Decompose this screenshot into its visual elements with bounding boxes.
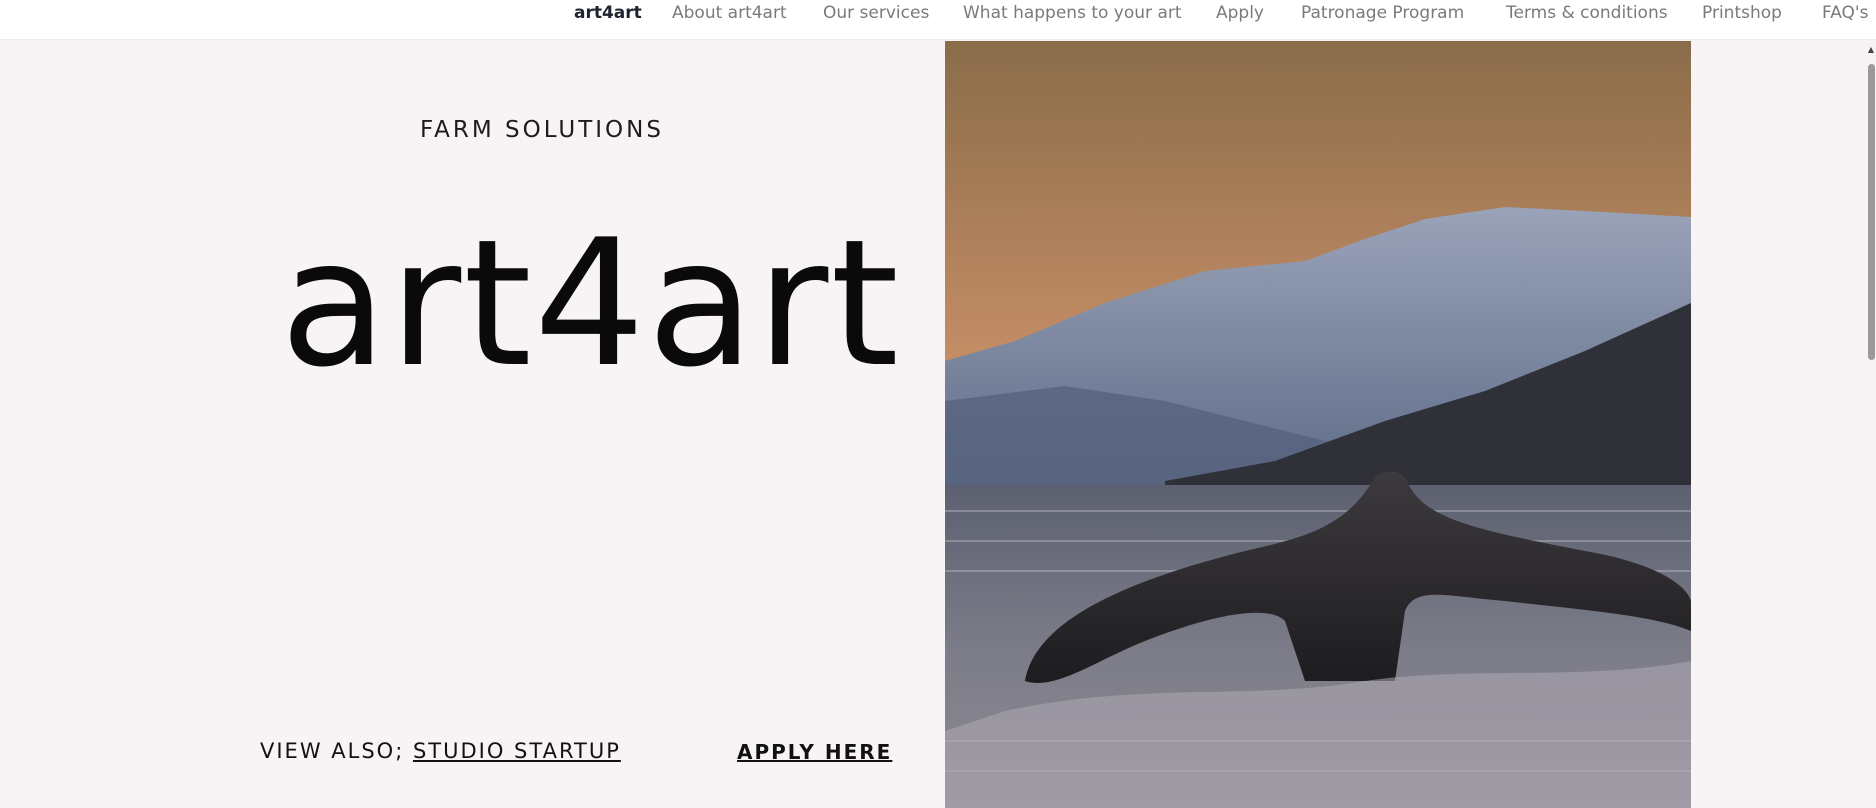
scroll-up-icon[interactable]: ▲: [1868, 46, 1874, 54]
hero-text-panel: [0, 40, 945, 808]
nav-item-apply[interactable]: Apply: [1216, 0, 1264, 26]
nav-item-services[interactable]: Our services: [823, 0, 929, 26]
scrollbar-thumb[interactable]: [1868, 64, 1875, 360]
see-also-line: VIEW ALSO; STUDIO STARTUP: [260, 739, 621, 763]
hero-kicker: FARM SOLUTIONS: [420, 117, 664, 143]
apply-here-link[interactable]: APPLY HERE: [737, 740, 892, 764]
studio-startup-link[interactable]: STUDIO STARTUP: [413, 739, 621, 763]
nav-item-terms[interactable]: Terms & conditions: [1506, 0, 1668, 26]
nav-item-about[interactable]: About art4art: [672, 0, 787, 26]
nav-item-home[interactable]: art4art: [574, 0, 642, 26]
nav-item-what-happens[interactable]: What happens to your art: [963, 0, 1182, 26]
whale-tail-photo: [945, 41, 1691, 808]
nav-item-faq[interactable]: FAQ's: [1822, 0, 1868, 26]
hero-brand-title: art4art: [280, 203, 901, 406]
nav-item-patronage[interactable]: Patronage Program: [1301, 0, 1464, 26]
see-also-prefix: VIEW ALSO;: [260, 739, 413, 763]
top-navigation: art4art About art4art Our services What …: [0, 0, 1876, 40]
nav-item-printshop[interactable]: Printshop: [1702, 0, 1782, 26]
page-scrollbar[interactable]: ▲: [1866, 40, 1876, 808]
